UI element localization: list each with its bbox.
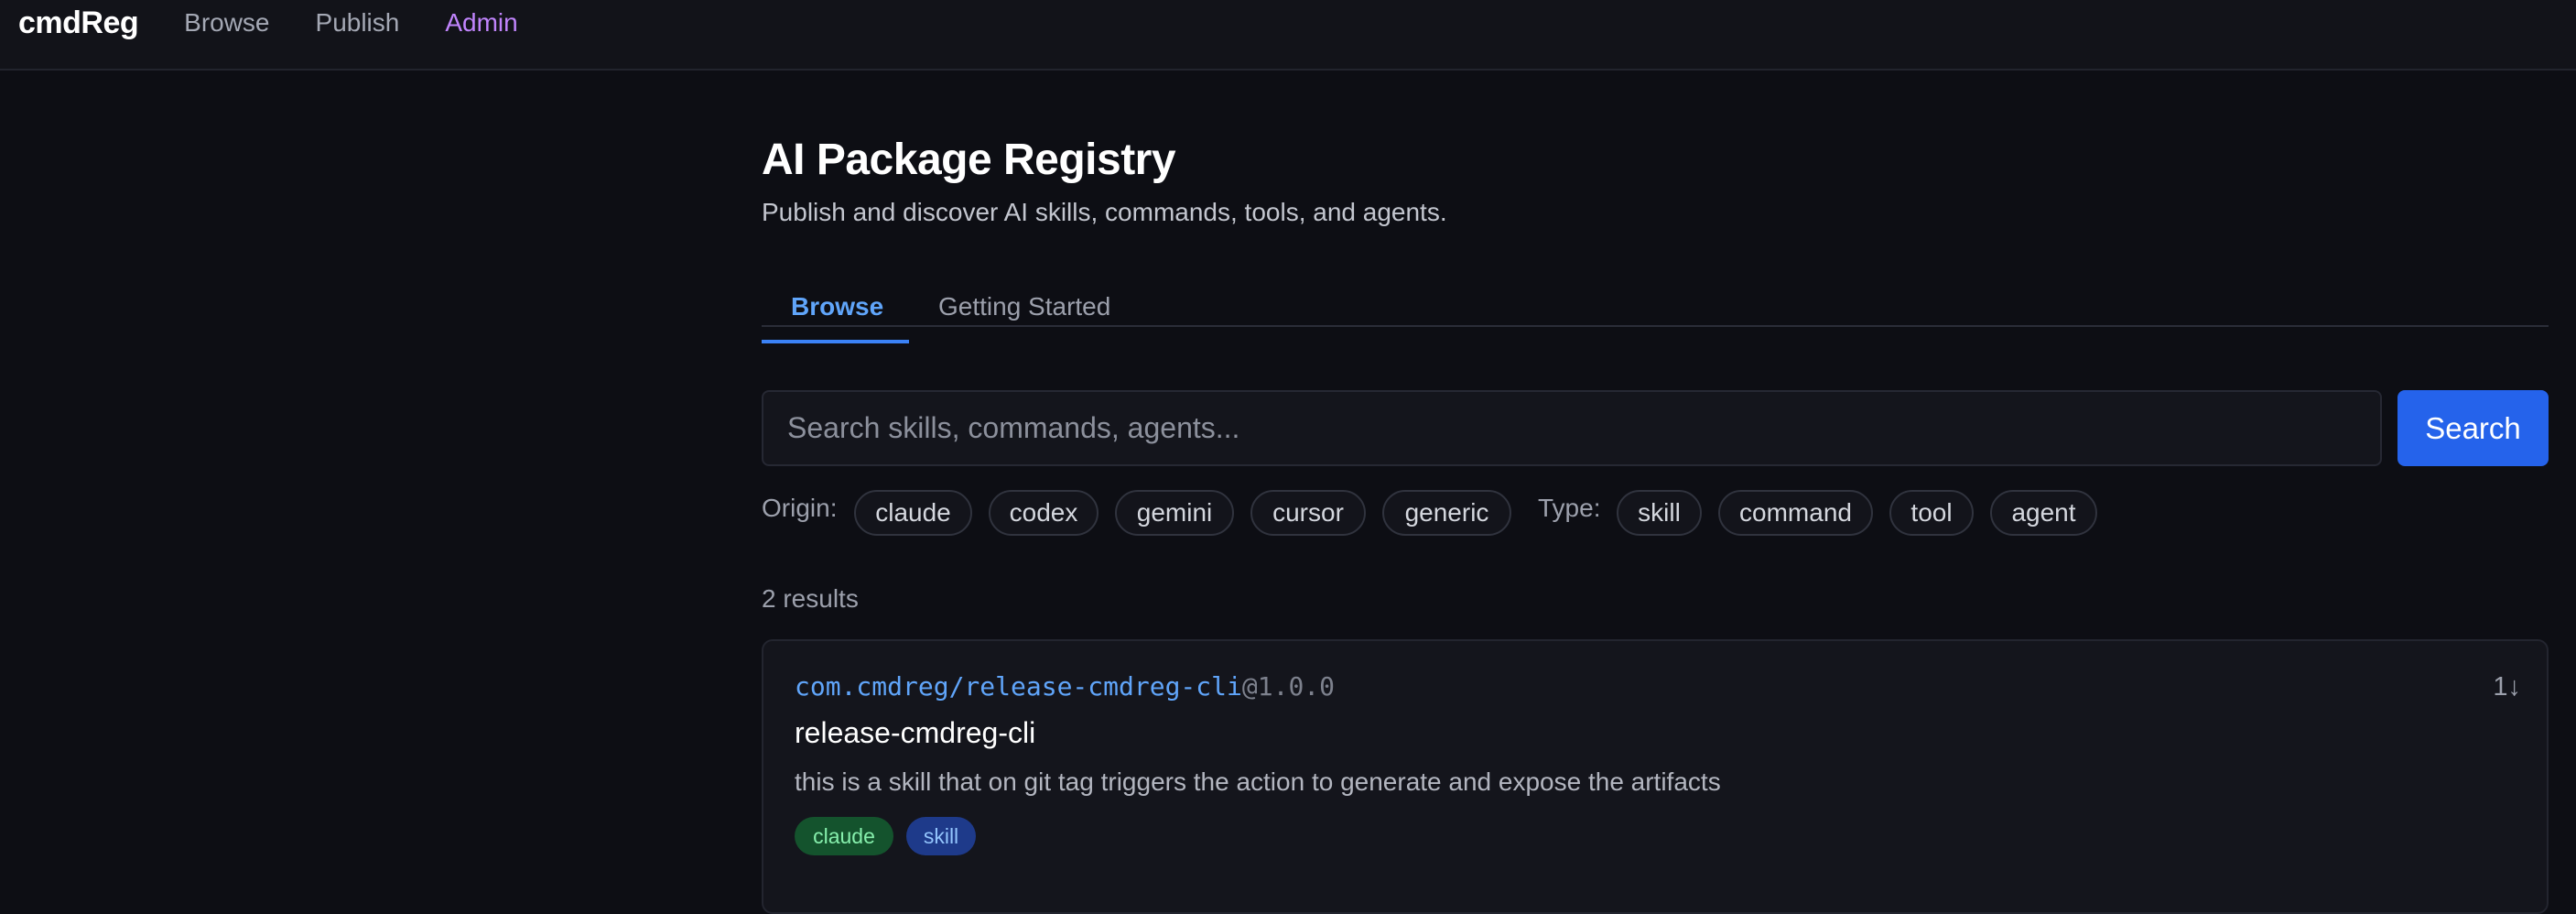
tab-bar: Browse Getting Started <box>762 279 2549 327</box>
tab-browse[interactable]: Browse <box>791 294 883 342</box>
tab-getting-started[interactable]: Getting Started <box>938 294 1110 342</box>
brand-logo[interactable]: cmdReg <box>18 5 139 41</box>
page-subtitle: Publish and discover AI skills, commands… <box>762 198 1447 226</box>
type-chip-tool[interactable]: tool <box>1889 490 1974 536</box>
origin-chip-codex[interactable]: codex <box>989 490 1099 536</box>
origin-chip-claude[interactable]: claude <box>854 490 972 536</box>
nav-link-browse[interactable]: Browse <box>184 8 269 38</box>
sort-download-icon[interactable]: 1↓ <box>2493 672 2521 702</box>
search-input[interactable] <box>762 390 2382 466</box>
package-version: @1.0.0 <box>1241 671 1336 702</box>
package-ref-link[interactable]: com.cmdreg/release-cmdreg-cli <box>795 671 1242 702</box>
type-chip-skill[interactable]: skill <box>1617 490 1702 536</box>
package-card[interactable]: com.cmdreg/release-cmdreg-cli@1.0.0 1↓ r… <box>762 639 2549 914</box>
package-title[interactable]: release-cmdreg-cli <box>795 716 1035 750</box>
nav-link-publish[interactable]: Publish <box>316 8 400 38</box>
nav-link-admin[interactable]: Admin <box>445 8 517 38</box>
type-tag: skill <box>906 817 976 855</box>
origin-chip-cursor[interactable]: cursor <box>1250 490 1366 536</box>
origin-filter-label: Origin: <box>762 494 838 522</box>
search-button[interactable]: Search <box>2397 390 2549 466</box>
type-filter-label: Type: <box>1538 494 1601 522</box>
type-chip-agent[interactable]: agent <box>1990 490 2097 536</box>
type-chip-command[interactable]: command <box>1718 490 1873 536</box>
origin-chip-gemini[interactable]: gemini <box>1115 490 1234 536</box>
origin-tag: claude <box>795 817 893 855</box>
active-tab-indicator <box>762 340 909 343</box>
package-description: this is a skill that on git tag triggers… <box>795 767 1721 796</box>
page-title: AI Package Registry <box>762 136 1176 184</box>
package-ref: com.cmdreg/release-cmdreg-cli@1.0.0 <box>795 671 1335 702</box>
results-count: 2 results <box>762 584 859 613</box>
top-nav: cmdReg Browse Publish Admin <box>0 0 2576 71</box>
origin-chip-generic[interactable]: generic <box>1382 490 1511 536</box>
